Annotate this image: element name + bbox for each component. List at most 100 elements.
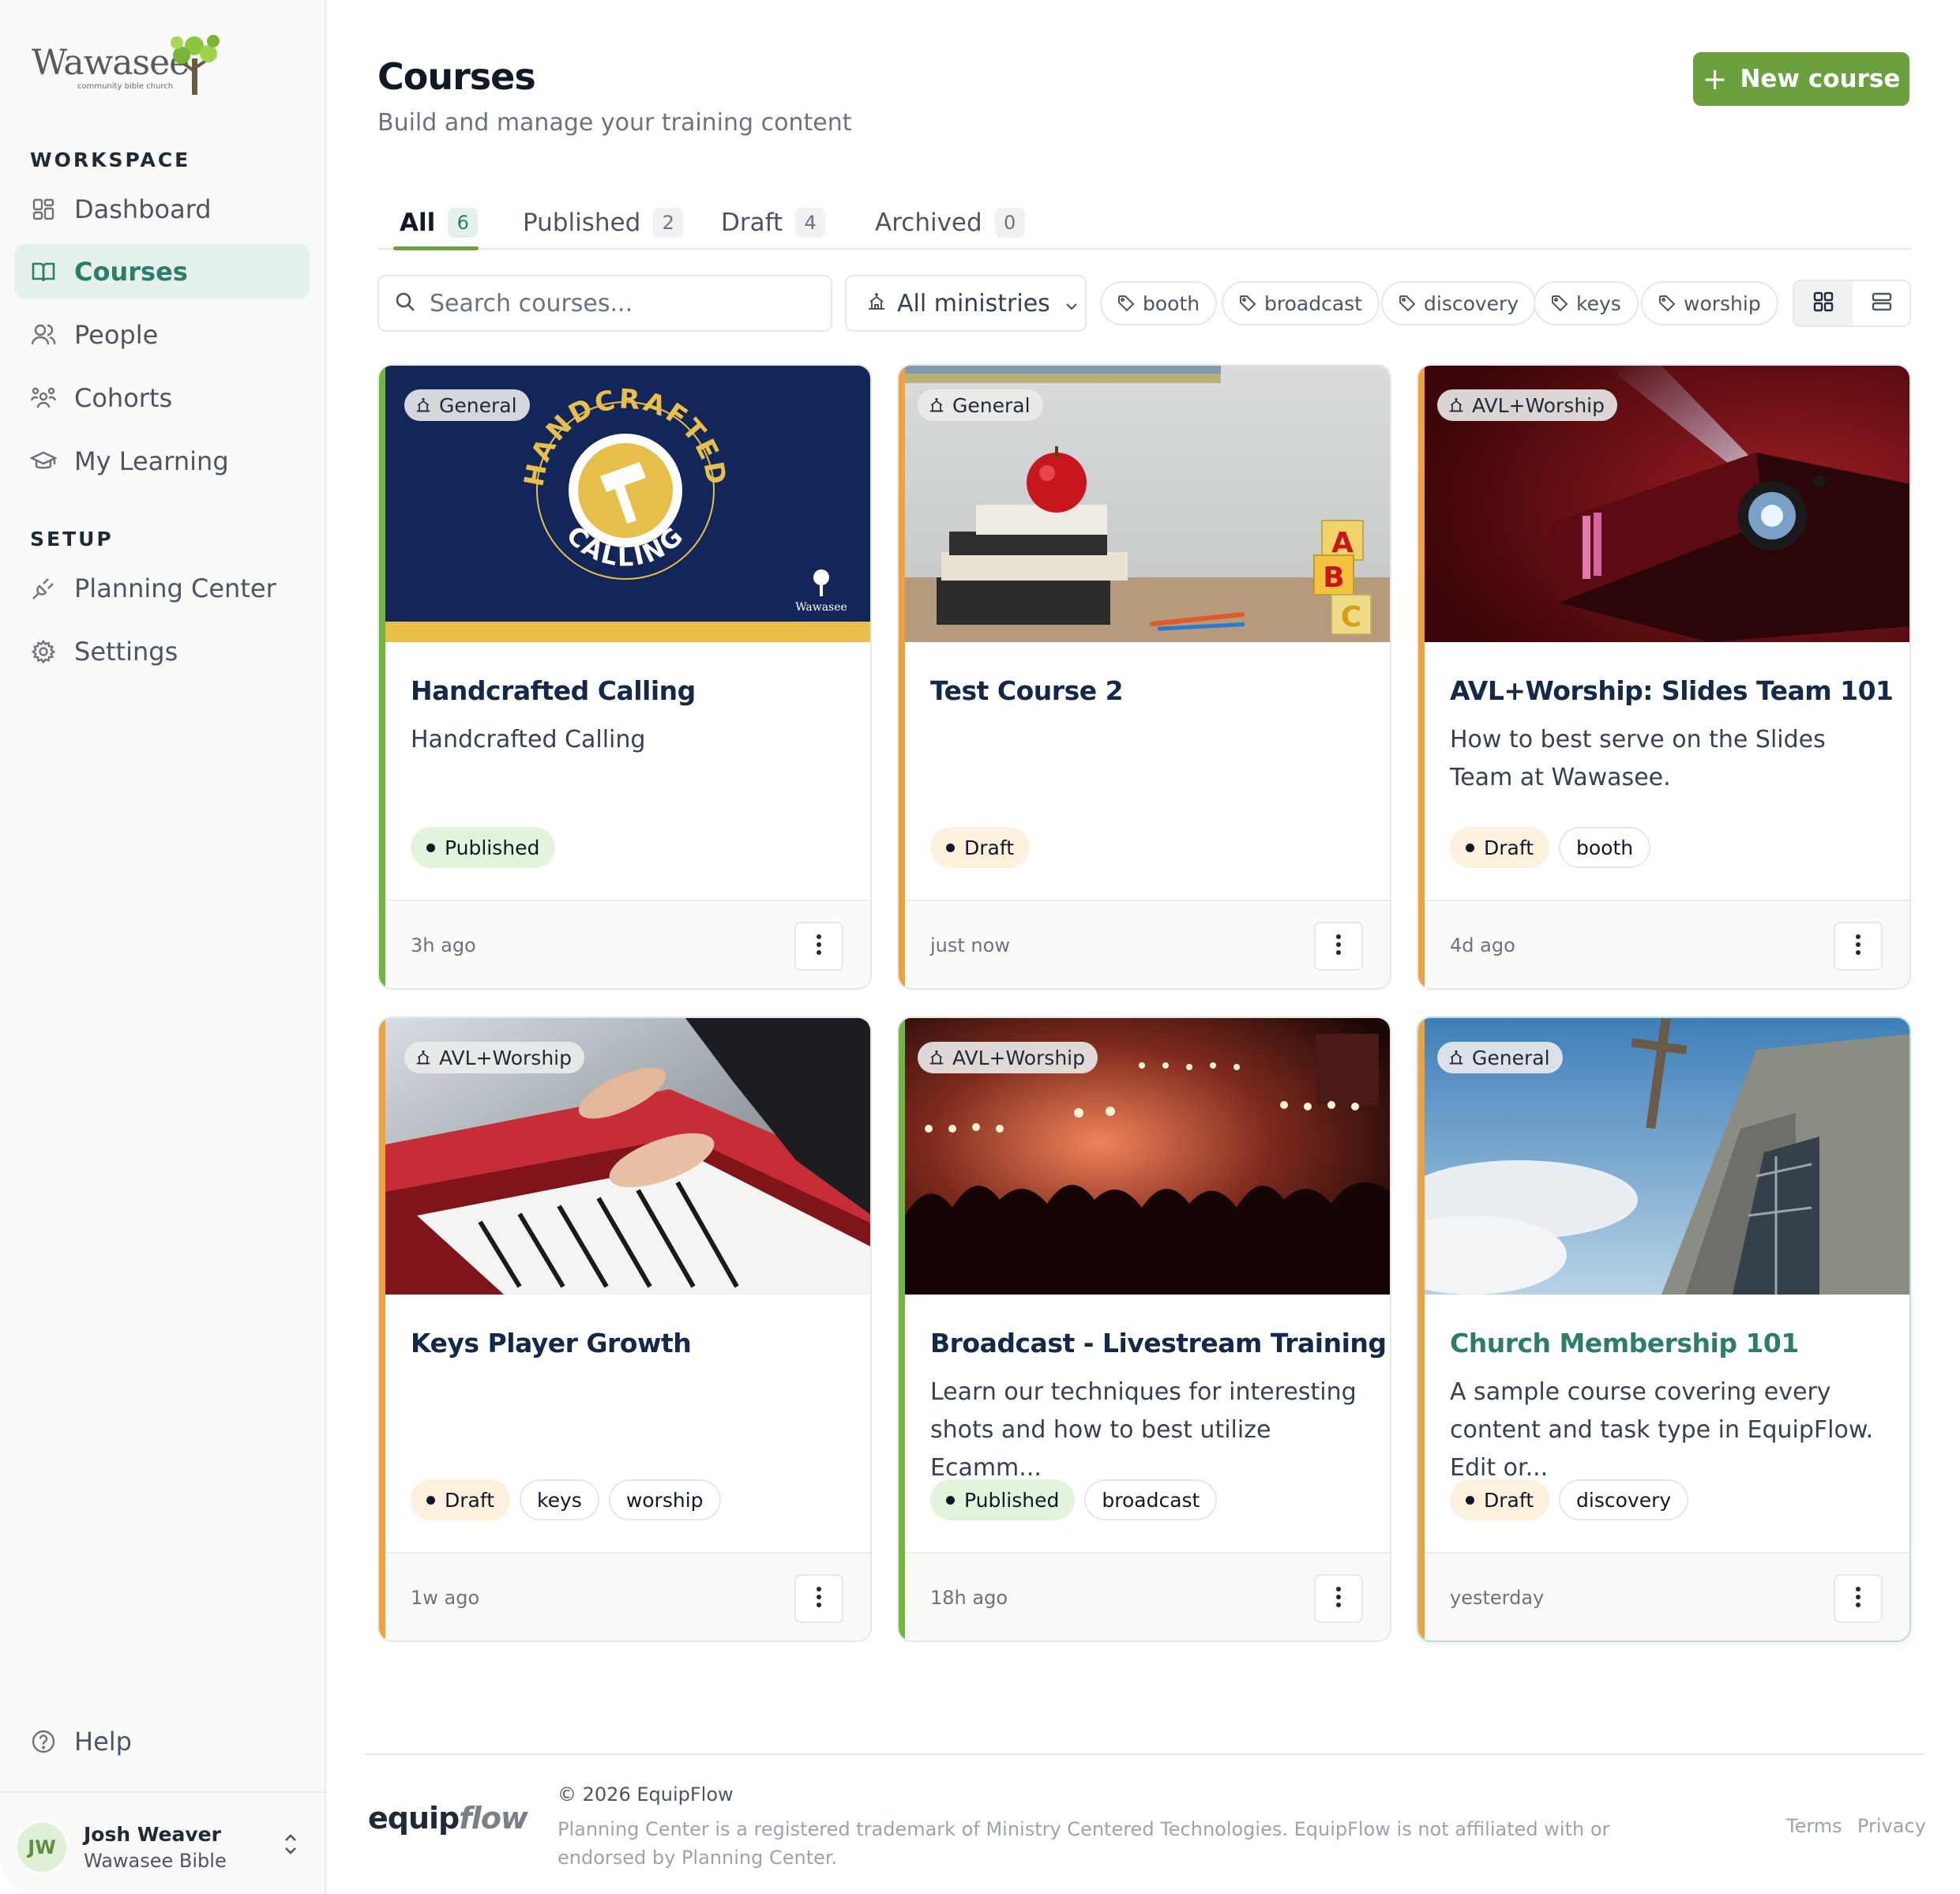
page-title: Courses [377, 55, 536, 98]
ministry-label: AVL+Worship [952, 1046, 1085, 1069]
updated-time: 4d ago [1450, 934, 1515, 956]
course-card-church-membership-101[interactable]: General Church Membership 101 A sample c… [1417, 1017, 1911, 1642]
tag-filter-label: worship [1684, 291, 1761, 315]
course-title[interactable]: Handcrafted Calling [411, 675, 696, 706]
course-tag: keys [520, 1479, 599, 1520]
tag-filter-worship[interactable]: worship [1641, 281, 1778, 325]
course-menu-button[interactable] [794, 1574, 843, 1623]
app-window: Wawasee community bible church WORKSPACE… [0, 0, 1960, 1894]
course-card-keys-player-growth[interactable]: AVL+Worship Keys Player Growth Draft key… [377, 1017, 872, 1642]
course-card-handcrafted-calling[interactable]: HANDCRAFTED CALLING Wawasee General Hand… [377, 364, 872, 990]
new-course-button[interactable]: + New course [1693, 52, 1909, 106]
course-title[interactable]: AVL+Worship: Slides Team 101 [1450, 675, 1894, 706]
tree-logo-icon [171, 35, 220, 95]
ministry-select-value: All ministries [897, 289, 1050, 318]
new-course-label: New course [1740, 65, 1901, 93]
tag-filter-keys[interactable]: keys [1534, 281, 1639, 325]
course-title[interactable]: Test Course 2 [930, 675, 1124, 706]
status-badge: Published [411, 827, 556, 868]
tab-archived[interactable]: Archived 0 [875, 197, 1025, 248]
card-footer: 4d ago [1425, 900, 1909, 988]
course-title[interactable]: Keys Player Growth [411, 1328, 692, 1358]
status-dot [1466, 843, 1474, 852]
equipflow-logo[interactable]: equipflow [368, 1801, 528, 1836]
sidebar-item-label: My Learning [74, 446, 229, 476]
course-title[interactable]: Broadcast - Livestream Training [930, 1328, 1387, 1358]
course-menu-button[interactable] [1834, 922, 1883, 971]
ministry-badge: AVL+Worship [1437, 389, 1617, 421]
tag-filter-booth[interactable]: booth [1100, 281, 1218, 325]
course-tag: broadcast [1084, 1479, 1218, 1520]
tag-filter-label: booth [1143, 291, 1200, 315]
church-icon [415, 397, 431, 413]
updated-time: 18h ago [930, 1587, 1008, 1609]
user-org: Wawasee Bible [84, 1850, 227, 1872]
privacy-link[interactable]: Privacy [1857, 1815, 1926, 1837]
thumb-brand: Wawasee [795, 601, 847, 614]
course-menu-button[interactable] [1834, 1574, 1883, 1623]
course-menu-button[interactable] [1314, 1574, 1363, 1623]
sidebar-item-dashboard[interactable]: Dashboard [14, 182, 310, 237]
tab-published[interactable]: Published 2 [523, 197, 684, 248]
course-menu-button[interactable] [794, 922, 843, 971]
tag-filter-discovery[interactable]: discovery [1381, 281, 1537, 325]
course-card-broadcast-livestream[interactable]: AVL+Worship Broadcast - Livestream Train… [897, 1017, 1391, 1642]
search-input[interactable] [430, 289, 809, 318]
course-card-slides-team-101[interactable]: AVL+Worship AVL+Worship: Slides Team 101… [1417, 364, 1911, 990]
sidebar-item-settings[interactable]: Settings [14, 624, 310, 679]
list-icon [1872, 291, 1892, 315]
status-label: Published [445, 836, 540, 859]
status-badge: Draft [411, 1479, 511, 1520]
tag-filter-broadcast[interactable]: broadcast [1222, 281, 1380, 325]
tab-label: All [400, 209, 436, 237]
sidebar-item-my-learning[interactable]: My Learning [14, 434, 310, 489]
terms-link[interactable]: Terms [1786, 1815, 1842, 1837]
tab-count: 4 [795, 208, 826, 238]
tab-label: Draft [721, 209, 783, 237]
church-icon [867, 290, 886, 318]
logo-equip: equip [368, 1801, 460, 1836]
tab-count: 0 [994, 208, 1025, 238]
status-label: Draft [445, 1488, 495, 1512]
course-title[interactable]: Church Membership 101 [1450, 1328, 1799, 1358]
page-subtitle: Build and manage your training content [377, 109, 852, 137]
course-description: Handcrafted Calling [411, 726, 646, 753]
grid-view-button[interactable] [1794, 281, 1853, 325]
course-description: A sample course covering every content a… [1450, 1378, 1874, 1482]
user-account-switcher[interactable]: JW Josh Weaver Wawasee Bible [0, 1791, 326, 1894]
logo-subtext: community bible church [77, 82, 174, 91]
status-dot [1466, 1495, 1474, 1505]
sidebar-item-courses[interactable]: Courses [14, 244, 310, 299]
course-badges: Published broadcast [930, 1479, 1218, 1520]
course-menu-button[interactable] [1314, 922, 1363, 971]
sidebar-item-cohorts[interactable]: Cohorts [14, 370, 310, 426]
tab-all[interactable]: All 6 [400, 197, 479, 248]
course-badges: Draft [930, 827, 1031, 868]
sidebar-item-people[interactable]: People [14, 307, 310, 363]
tab-label: Published [523, 209, 641, 237]
ministry-select[interactable]: All ministries [845, 275, 1087, 332]
ministry-badge: AVL+Worship [918, 1042, 1098, 1073]
more-vertical-icon [816, 934, 822, 959]
course-badges: Draft booth [1450, 827, 1651, 868]
ministry-label: AVL+Worship [439, 1046, 572, 1069]
sidebar-item-label: Cohorts [74, 383, 173, 413]
more-vertical-icon [1335, 934, 1342, 959]
sidebar-item-planning-center[interactable]: Planning Center [14, 561, 310, 616]
tab-draft[interactable]: Draft 4 [721, 197, 826, 248]
wawasee-logo[interactable]: Wawasee community bible church [32, 32, 229, 103]
sidebar-item-help[interactable]: Help [14, 1714, 310, 1769]
user-name: Josh Weaver [84, 1823, 221, 1846]
card-footer: 3h ago [385, 900, 870, 988]
course-description: How to best serve on the Slides Team at … [1450, 726, 1826, 791]
status-stripe [899, 366, 905, 988]
tab-count: 2 [653, 208, 684, 238]
chevron-down-icon [1064, 290, 1079, 318]
tag-filter-label: discovery [1424, 291, 1519, 315]
status-stripe [1418, 1018, 1425, 1640]
course-card-test-course-2[interactable]: A B C General Test Course 2 Draft just n… [897, 364, 1391, 990]
search-box[interactable] [377, 275, 832, 332]
ministry-badge: General [1437, 1042, 1563, 1073]
gear-icon [30, 638, 57, 665]
list-view-button[interactable] [1853, 281, 1909, 325]
